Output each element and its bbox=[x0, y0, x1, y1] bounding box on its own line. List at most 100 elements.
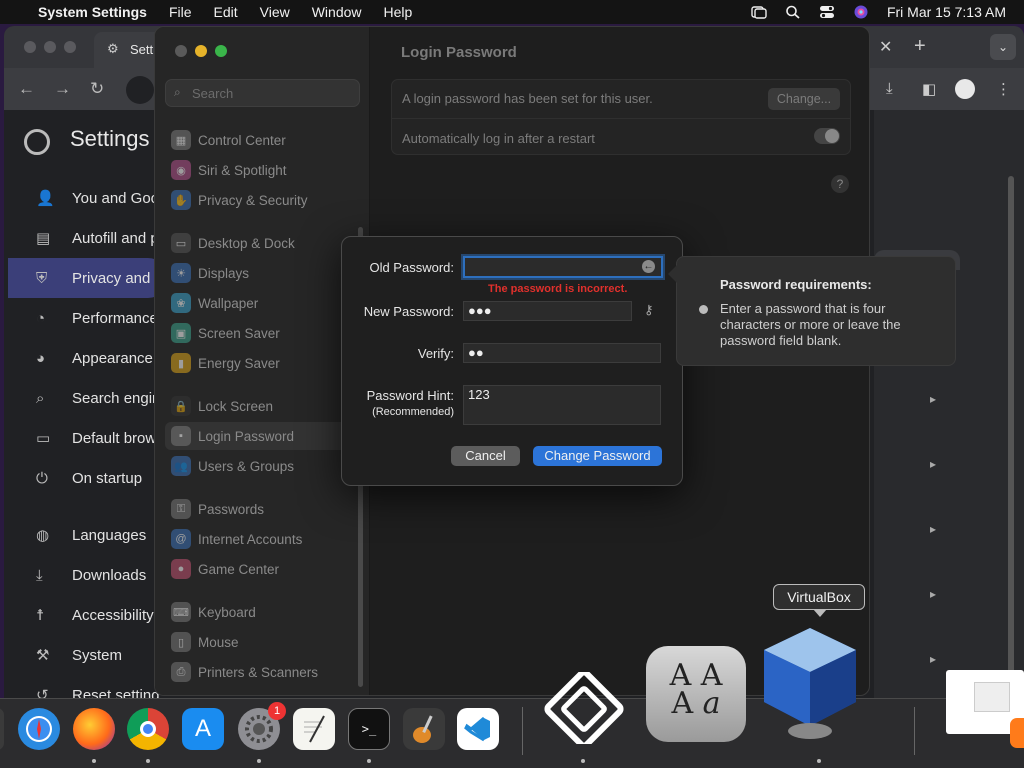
chrome-sidebar-item[interactable]: ◕ Appearance bbox=[8, 338, 168, 378]
password-hint-value: 123 bbox=[468, 387, 490, 402]
profile-avatar-icon[interactable] bbox=[955, 79, 975, 99]
verify-field[interactable]: ●● bbox=[463, 343, 661, 363]
settings-sidebar-item[interactable]: ☀ Displays bbox=[165, 259, 360, 287]
chevron-right-icon[interactable]: ▸ bbox=[930, 587, 936, 601]
settings-sidebar-label: Desktop & Dock bbox=[198, 235, 295, 251]
menu-file[interactable]: File bbox=[169, 4, 192, 20]
chevron-right-icon[interactable]: ▸ bbox=[930, 522, 936, 536]
settings-sidebar-item[interactable]: 🔒 Lock Screen bbox=[165, 392, 360, 420]
virtualbox-icon[interactable] bbox=[760, 626, 860, 741]
settings-sidebar-item[interactable]: ▣ Screen Saver bbox=[165, 319, 360, 347]
settings-sidebar-item[interactable]: ▭ Desktop & Dock bbox=[165, 229, 360, 257]
firefox-window-icon[interactable] bbox=[1010, 718, 1024, 748]
stage-manager-icon[interactable] bbox=[751, 5, 767, 19]
settings-sidebar-item[interactable]: ● Game Center bbox=[165, 555, 360, 583]
control-center-icon[interactable] bbox=[819, 5, 835, 19]
chrome-sidebar-item[interactable]: ▭ Default brow bbox=[8, 418, 168, 458]
tab-search-icon[interactable]: ⌄ bbox=[990, 34, 1016, 60]
window-controls[interactable] bbox=[24, 41, 76, 53]
clear-field-icon[interactable]: ← bbox=[642, 260, 655, 273]
settings-sidebar-item[interactable]: ⌨ Keyboard bbox=[165, 598, 360, 626]
settings-sidebar-label: Users & Groups bbox=[198, 458, 295, 474]
safari-icon[interactable] bbox=[18, 708, 60, 750]
zoom-window-button[interactable] bbox=[215, 45, 227, 57]
textedit-icon[interactable] bbox=[293, 708, 335, 750]
chrome-content: ▸ ▸ ▸ ▸ ▸ bbox=[874, 110, 1024, 698]
new-tab-icon[interactable]: + bbox=[914, 35, 926, 58]
more-menu-icon[interactable]: ⋮ bbox=[996, 80, 1011, 98]
settings-search-input[interactable]: ⌕ Search bbox=[165, 79, 360, 107]
close-window-button[interactable] bbox=[175, 45, 187, 57]
settings-sidebar: ⌕ Search ▦ Control Center ◉ Siri & Spotligh… bbox=[155, 27, 370, 695]
auto-login-toggle[interactable] bbox=[814, 128, 840, 144]
settings-sidebar-item[interactable]: ⎙ Printers & Scanners bbox=[165, 658, 360, 686]
chrome-sidebar-item[interactable]: ⚒ System bbox=[8, 635, 168, 675]
magnified-app-icon[interactable] bbox=[543, 669, 625, 749]
new-password-field[interactable]: ●●● bbox=[463, 301, 632, 321]
terminal-icon[interactable]: >_ bbox=[348, 708, 390, 750]
menu-app-name[interactable]: System Settings bbox=[38, 4, 147, 20]
chrome-sidebar-item[interactable]: ⌕ Search engin bbox=[8, 378, 168, 418]
side-panel-icon[interactable]: ◧ bbox=[922, 80, 936, 98]
settings-sidebar-item[interactable]: ✋ Privacy & Security bbox=[165, 186, 360, 214]
font-book-icon[interactable]: A AA a bbox=[646, 646, 746, 742]
old-password-field[interactable]: ← bbox=[463, 256, 663, 278]
chrome-sidebar-item[interactable]: ⤓ Downloads bbox=[8, 555, 168, 595]
chrome-sidebar-item[interactable]: ↺ Reset setting bbox=[8, 675, 168, 699]
reload-icon[interactable]: ↻ bbox=[90, 79, 104, 99]
password-assistant-key-icon[interactable]: ⚷ bbox=[644, 302, 654, 318]
chrome-sidebar-label: Downloads bbox=[72, 566, 147, 584]
minimize-window-button[interactable] bbox=[195, 45, 207, 57]
chevron-right-icon[interactable]: ▸ bbox=[930, 392, 936, 406]
firefox-icon[interactable] bbox=[73, 708, 115, 750]
password-requirements-popover: Password requirements: Enter a password … bbox=[668, 256, 956, 366]
finder-icon[interactable] bbox=[0, 708, 4, 750]
chevron-right-icon[interactable]: ▸ bbox=[930, 457, 936, 471]
cancel-button[interactable]: Cancel bbox=[451, 446, 520, 466]
chrome-sidebar-item[interactable]: ◔ Performance bbox=[8, 298, 168, 338]
chrome-sidebar-item[interactable]: ◍ Languages bbox=[8, 515, 168, 555]
settings-sidebar-item[interactable]: ❀ Wallpaper bbox=[165, 289, 360, 317]
help-button[interactable]: ? bbox=[831, 175, 849, 193]
download-icon[interactable]: ⤓ bbox=[886, 80, 893, 97]
change-password-submit-button[interactable]: Change Password bbox=[533, 446, 662, 466]
garageband-icon[interactable] bbox=[403, 708, 445, 750]
menu-view[interactable]: View bbox=[260, 4, 290, 20]
settings-sidebar-item[interactable]: ▮ Energy Saver bbox=[165, 349, 360, 377]
vscode-icon[interactable] bbox=[457, 708, 499, 750]
running-indicator bbox=[146, 759, 150, 763]
person-icon: 👤 bbox=[36, 190, 55, 207]
menu-help[interactable]: Help bbox=[384, 4, 413, 20]
close-tab-icon[interactable]: ✕ bbox=[879, 37, 892, 57]
settings-sidebar-item[interactable]: 👥 Users & Groups bbox=[165, 452, 360, 480]
settings-sidebar-item[interactable]: ▯ Mouse bbox=[165, 628, 360, 656]
forward-arrow-icon[interactable]: → bbox=[54, 79, 71, 99]
settings-sidebar-item[interactable]: ▪ Login Password bbox=[165, 422, 360, 450]
app-store-icon[interactable]: A bbox=[182, 708, 224, 750]
change-password-dialog: Old Password: ← The password is incorrec… bbox=[341, 236, 683, 486]
chrome-sidebar-item[interactable]: ▤ Autofill and p bbox=[8, 218, 168, 258]
back-arrow-icon[interactable]: ← bbox=[18, 79, 35, 99]
siri-icon[interactable] bbox=[853, 5, 869, 19]
spotlight-search-icon[interactable] bbox=[785, 5, 801, 19]
chrome-sidebar-item[interactable]: ⛨ Privacy and s bbox=[8, 258, 168, 298]
password-hint-field[interactable]: 123 bbox=[463, 385, 661, 425]
shield-icon: ⛨ bbox=[36, 269, 48, 287]
chrome-sidebar-item[interactable]: 👤 You and Goog bbox=[8, 178, 168, 218]
scrollbar[interactable] bbox=[1008, 176, 1014, 686]
menu-clock[interactable]: Fri Mar 15 7:13 AM bbox=[887, 4, 1006, 20]
settings-sidebar-item[interactable]: ◉ Siri & Spotlight bbox=[165, 156, 360, 184]
settings-sidebar-item[interactable]: @ Internet Accounts bbox=[165, 525, 360, 553]
dock: A >_ bbox=[0, 698, 1024, 768]
chrome-icon[interactable] bbox=[127, 708, 169, 750]
chevron-right-icon[interactable]: ▸ bbox=[930, 652, 936, 666]
chrome-sidebar-item[interactable]: ⏻ On startup bbox=[8, 458, 168, 498]
settings-sidebar-item[interactable]: ▦ Control Center bbox=[165, 126, 360, 154]
menu-edit[interactable]: Edit bbox=[214, 4, 238, 20]
change-password-button[interactable]: Change... bbox=[768, 88, 840, 110]
menu-window[interactable]: Window bbox=[312, 4, 362, 20]
settings-sidebar-item[interactable]: ⚿ Passwords bbox=[165, 495, 360, 523]
chrome-sidebar-item[interactable]: ☨ Accessibility bbox=[8, 595, 168, 635]
chrome-settings-logo-icon bbox=[24, 129, 50, 155]
battery-icon: ▮ bbox=[171, 353, 191, 373]
